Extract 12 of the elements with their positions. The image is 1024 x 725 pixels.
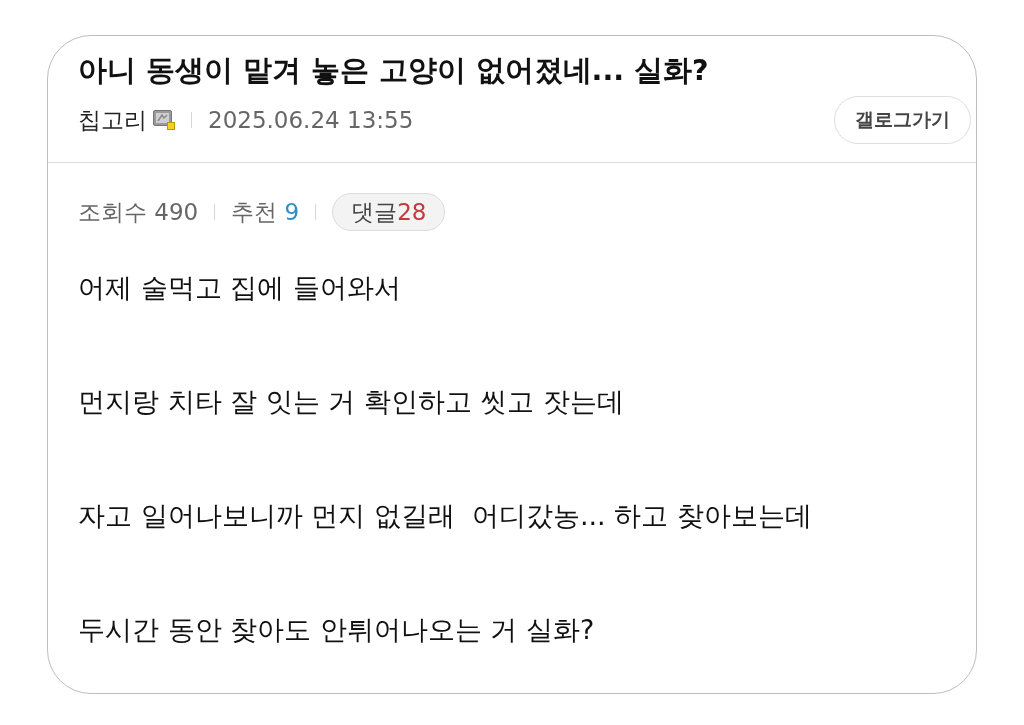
stat-text: 추천 9 bbox=[231, 197, 300, 227]
body-paragraph: 먼지랑 치타 잘 잇는 거 확인하고 씻고 잣는데 bbox=[78, 385, 626, 419]
post-date: 2025.06.24 13:55 bbox=[208, 107, 414, 133]
author-name[interactable]: 칩고리 bbox=[78, 104, 147, 136]
gallog-button[interactable]: 갤로그가기 bbox=[834, 96, 971, 144]
user-badge-icon bbox=[153, 110, 175, 130]
body-paragraph: 어제 술먹고 집에 들어와서 bbox=[78, 271, 402, 305]
post-title: 아니 동생이 맡겨 놓은 고양이 없어졌네... 실화? bbox=[78, 53, 710, 89]
comment-count-button[interactable]: 댓글28 bbox=[332, 193, 446, 231]
body-paragraph: 자고 일어나보니까 먼지 없길래 어디갔농... 하고 찾아보는데 bbox=[78, 499, 813, 533]
body-paragraph: 두시간 동안 찾아도 안튀어나오는 거 실화? bbox=[78, 613, 596, 647]
stat-text: 조회수 490 bbox=[78, 197, 199, 227]
